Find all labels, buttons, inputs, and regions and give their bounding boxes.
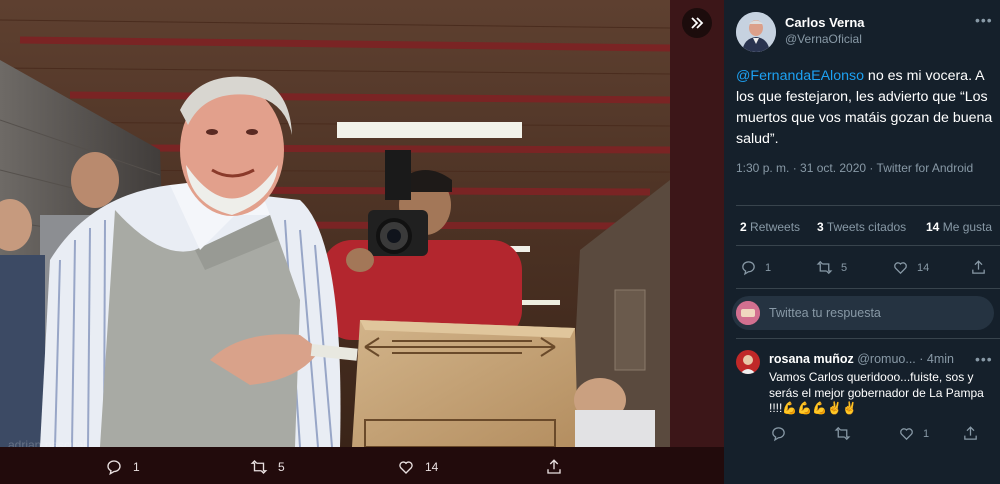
retweet-arrows-icon xyxy=(816,260,833,275)
speech-bubble-icon xyxy=(772,427,785,442)
reply-retweet-button[interactable] xyxy=(834,425,859,442)
media-viewer: adrian pascual @adrianpascual 1 5 14 xyxy=(0,0,724,484)
speech-bubble-icon xyxy=(107,460,121,476)
author-handle[interactable]: @VernaOficial xyxy=(785,32,862,46)
tweet-photo[interactable] xyxy=(0,0,670,447)
speech-bubble-icon xyxy=(742,261,755,276)
share-upload-icon xyxy=(972,260,985,274)
retweets-label: Retweets xyxy=(750,220,801,234)
reply-text: Vamos Carlos queridooo...fuiste, sos y s… xyxy=(769,370,994,417)
reply-author-avatar[interactable] xyxy=(736,350,760,374)
quotes-count: 3 xyxy=(817,220,824,234)
photo-illustration xyxy=(0,0,670,447)
author-name[interactable]: Carlos Verna xyxy=(785,15,865,30)
divider xyxy=(736,288,1000,289)
tweet-more-button[interactable]: ••• xyxy=(975,12,993,28)
media-retweet-button[interactable]: 5 xyxy=(250,458,285,476)
heart-icon xyxy=(900,428,913,441)
reply-reply-button[interactable] xyxy=(770,425,795,442)
likes-stat[interactable]: 14 Me gusta xyxy=(926,220,992,234)
retweets-stat[interactable]: 2 Retweets xyxy=(740,220,800,234)
reply-like-button[interactable]: 1 xyxy=(898,425,929,442)
media-reply-button[interactable]: 1 xyxy=(105,458,140,476)
media-like-button[interactable]: 14 xyxy=(397,458,438,476)
reply-like-count: 1 xyxy=(923,427,930,440)
author-avatar-image xyxy=(736,12,776,52)
double-chevron-right-icon xyxy=(691,17,704,29)
reply-header: rosana muñoz @romuo... · 4min xyxy=(769,352,954,366)
reply-count: 1 xyxy=(765,261,772,274)
media-share-button[interactable] xyxy=(545,458,563,476)
ellipsis-icon: ••• xyxy=(975,351,993,367)
reply-author-avatar-image xyxy=(736,350,760,374)
media-like-count: 14 xyxy=(425,460,439,474)
reply-emoji: 💪💪💪✌️✌️ xyxy=(782,401,858,415)
current-user-avatar-image xyxy=(736,301,760,325)
mention-link[interactable]: @FernandaEAlonso xyxy=(736,68,864,84)
media-action-bar: 1 5 14 xyxy=(0,447,724,484)
reply-share-button[interactable] xyxy=(962,425,979,442)
reply-time[interactable]: · 4min xyxy=(919,352,954,366)
share-upload-icon xyxy=(547,459,561,474)
retweets-count: 2 xyxy=(740,220,747,234)
retweet-arrows-icon xyxy=(834,426,851,441)
ellipsis-icon: ••• xyxy=(975,12,993,28)
like-count: 14 xyxy=(917,261,930,274)
divider xyxy=(736,245,1000,246)
media-reply-count: 1 xyxy=(133,460,140,474)
author-avatar[interactable] xyxy=(736,12,776,52)
media-retweet-count: 5 xyxy=(278,460,285,474)
reply-button[interactable]: 1 xyxy=(740,259,771,276)
share-button[interactable] xyxy=(970,259,987,276)
likes-label: Me gusta xyxy=(942,220,993,234)
expand-panel-button[interactable] xyxy=(682,8,712,38)
reply-more-button[interactable]: ••• xyxy=(975,351,993,367)
retweet-count: 5 xyxy=(841,261,848,274)
reply-placeholder: Twittea tu respuesta xyxy=(769,306,881,320)
reply-author-handle[interactable]: @romuo... xyxy=(857,352,916,366)
heart-icon xyxy=(399,461,413,474)
likes-count: 14 xyxy=(926,220,940,234)
retweet-arrows-icon xyxy=(250,460,268,474)
like-button[interactable]: 14 xyxy=(892,259,929,276)
tweet-timestamp[interactable]: 1:30 p. m. · 31 oct. 2020 · Twitter for … xyxy=(736,160,986,177)
heart-icon xyxy=(894,262,907,275)
quotes-stat[interactable]: 3 Tweets citados xyxy=(817,220,906,234)
reply-compose-input[interactable]: Twittea tu respuesta xyxy=(732,296,994,330)
divider xyxy=(736,338,1000,339)
quotes-label: Tweets citados xyxy=(826,220,907,234)
share-upload-icon xyxy=(964,426,977,440)
retweet-button[interactable]: 5 xyxy=(816,259,847,276)
divider xyxy=(736,205,1000,206)
reply-author-name[interactable]: rosana muñoz xyxy=(769,352,854,366)
tweet-text: @FernandaEAlonso no es mi vocera. A los … xyxy=(736,66,998,150)
current-user-avatar xyxy=(736,301,760,325)
tweet-detail-panel: Carlos Verna @VernaOficial ••• @Fernanda… xyxy=(724,0,1000,484)
